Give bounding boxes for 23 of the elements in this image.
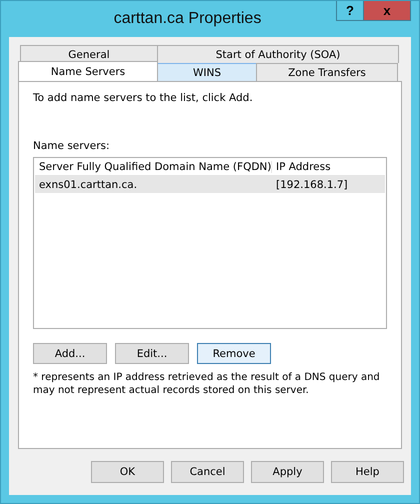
dialog-button[interactable]: Apply [251,461,324,483]
list-button[interactable]: Add... [33,343,107,364]
name-servers-list[interactable]: Server Fully Qualified Domain Name (FQDN) IP Address exns01.carttan.ca. [192.168.1.7] [33,157,387,329]
tab[interactable]: Zone Transfers [256,63,398,81]
help-button[interactable]: ? [336,1,364,21]
list-label: Name servers: [33,140,111,152]
table-cell-text: exns01.carttan.ca. [38,178,138,190]
dialog-button[interactable]: Cancel [171,461,244,483]
list-row[interactable]: exns01.carttan.ca. [192.168.1.7] [35,176,385,193]
list-button[interactable]: Edit... [115,343,189,364]
instruction-text: To add name servers to the list, click Add. [33,92,254,104]
list-button[interactable]: Remove [197,343,271,364]
column-header[interactable]: IP Address [272,160,385,172]
tab[interactable]: WINS [157,63,257,81]
table-cell-text: [192.168.1.7] [275,178,349,190]
note-text: * represents an IP address retrieved as the result of a DNS query and may not represent actual records stored on this server. [33,371,381,397]
dialog-button[interactable]: OK [91,461,164,483]
dialog-button[interactable]: Help [331,461,404,483]
tab[interactable]: Start of Authority (SOA) [157,45,399,63]
column-header[interactable]: Server Fully Qualified Domain Name (FQDN) [35,160,272,172]
window-title: carttan.ca Properties [112,9,262,28]
close-button[interactable]: x [364,1,411,21]
tab[interactable]: Name Servers [18,61,158,81]
